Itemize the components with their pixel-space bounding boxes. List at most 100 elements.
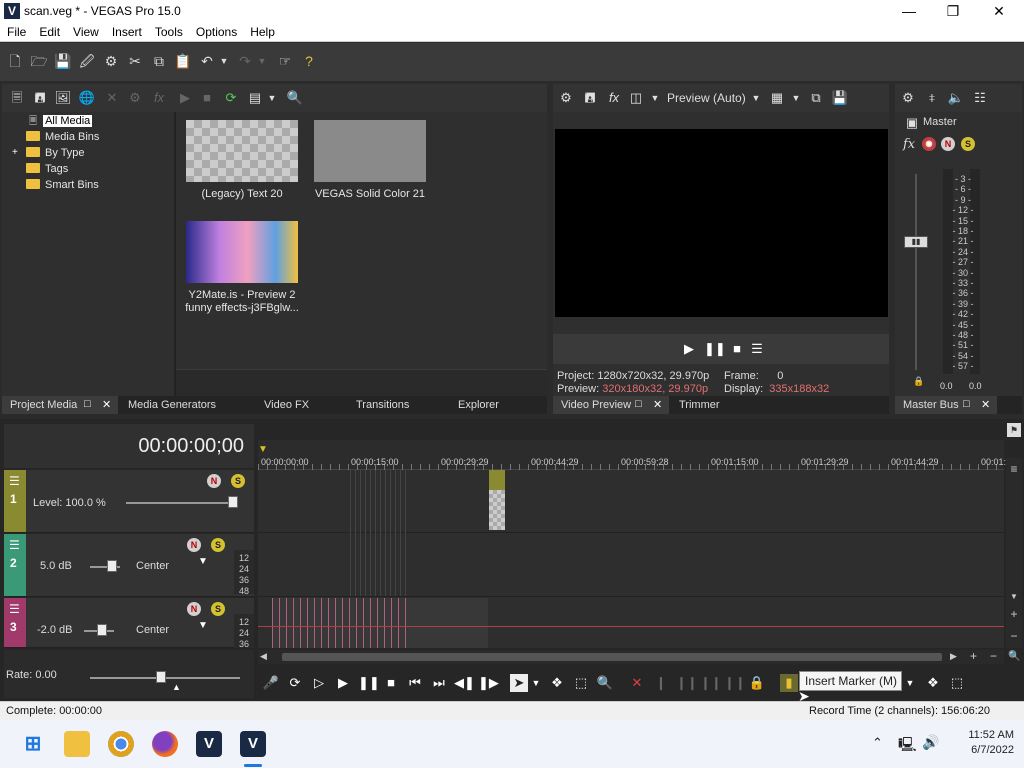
trim-start-icon[interactable]: ❙❙ bbox=[676, 674, 698, 692]
redo-dropdown-icon[interactable]: ▼ bbox=[256, 52, 268, 70]
next-frame-icon[interactable]: ❚▶ bbox=[478, 674, 499, 692]
mute-icon[interactable]: N bbox=[187, 602, 201, 616]
pause-icon[interactable]: ❚❚ bbox=[704, 340, 726, 358]
master-settings-gear-icon[interactable]: ⚙ bbox=[899, 89, 917, 107]
go-to-end-icon[interactable]: ⏭ bbox=[430, 674, 448, 692]
dim-output-icon[interactable]: 🔈 bbox=[947, 89, 965, 107]
undock-icon[interactable]: □ bbox=[963, 398, 970, 410]
clock[interactable]: 11:52 AM 6/7/2022 bbox=[944, 728, 1014, 758]
tab-video-preview[interactable]: Video Preview bbox=[553, 396, 669, 414]
save-icon[interactable]: 💾 bbox=[54, 52, 72, 70]
lock-envelopes-icon[interactable]: 🔒 bbox=[748, 674, 766, 692]
track-menu-icon[interactable]: ☰ bbox=[9, 602, 20, 616]
undock-icon[interactable]: □ bbox=[635, 398, 642, 410]
menu-insert[interactable]: Insert bbox=[105, 22, 148, 39]
remove-icon[interactable]: ✕ bbox=[103, 89, 121, 107]
quality-dropdown-icon[interactable]: ▼ bbox=[750, 89, 762, 107]
audio-waveform-clip[interactable] bbox=[350, 470, 410, 596]
insert-marker-icon[interactable]: ▮ bbox=[780, 674, 798, 692]
cursor-marker-icon[interactable]: ▼ bbox=[258, 444, 268, 455]
whats-this-icon[interactable]: ☞ bbox=[276, 52, 294, 70]
play-icon[interactable]: ▶ bbox=[334, 674, 352, 692]
close-button[interactable]: ✕ bbox=[976, 0, 1022, 22]
media-fx-icon[interactable]: fx bbox=[150, 89, 168, 107]
cut-icon[interactable]: ✂ bbox=[126, 52, 144, 70]
master-fx-icon[interactable]: fx bbox=[903, 137, 915, 152]
save-snapshot-icon[interactable]: 💾 bbox=[831, 89, 849, 107]
stop-icon[interactable]: ■ bbox=[382, 674, 400, 692]
preview-fx-icon[interactable]: fx bbox=[605, 89, 623, 107]
trim-end-icon[interactable]: ❙❙ bbox=[700, 674, 722, 692]
media-stop-icon[interactable]: ■ bbox=[198, 89, 216, 107]
split-dropdown-icon[interactable]: ▼ bbox=[649, 89, 661, 107]
snapping-icon[interactable]: ❖ bbox=[924, 674, 942, 692]
tab-project-media[interactable]: Project Media bbox=[2, 396, 118, 414]
horizontal-scrollbar[interactable]: ◀ ▶ + − bbox=[258, 649, 1004, 664]
paste-icon[interactable]: 📋 bbox=[174, 52, 192, 70]
external-monitor-icon[interactable]: 🖪 bbox=[581, 89, 599, 107]
solo-icon[interactable]: S bbox=[211, 602, 225, 616]
lock-icon[interactable]: 🔒 bbox=[913, 376, 924, 387]
menu-tools[interactable]: Tools bbox=[148, 22, 189, 39]
marker-dropdown-icon[interactable]: ▼ bbox=[904, 674, 916, 692]
zoom-in-icon[interactable]: + bbox=[970, 649, 977, 663]
record-icon[interactable]: 🎤 bbox=[262, 674, 280, 692]
open-icon[interactable]: 🗁 bbox=[30, 52, 48, 70]
pause-icon[interactable]: ❚❚ bbox=[358, 674, 380, 692]
render-icon[interactable]: 🖉 bbox=[78, 52, 96, 70]
redo-icon[interactable]: ↷ bbox=[236, 52, 254, 70]
volume-icon[interactable]: 🔊 bbox=[922, 734, 939, 751]
tree-item-all-media[interactable]: 🗏 All Media bbox=[26, 113, 93, 129]
solo-icon[interactable]: S bbox=[211, 538, 225, 552]
close-tab-icon[interactable]: ✕ bbox=[981, 398, 990, 411]
minimize-button[interactable]: — bbox=[886, 0, 932, 22]
close-tab-icon[interactable]: ✕ bbox=[102, 398, 111, 411]
web-icon[interactable]: 🌐 bbox=[78, 89, 96, 107]
help-icon[interactable]: ? bbox=[300, 52, 318, 70]
close-tab-icon[interactable]: ✕ bbox=[653, 398, 662, 411]
downmix-icon[interactable]: ⧧ bbox=[923, 89, 941, 107]
pan-marker-icon[interactable]: ▼ bbox=[198, 620, 208, 631]
marker-flag-icon[interactable]: ⚑ bbox=[1007, 423, 1021, 437]
track-header-1[interactable]: ☰ 1 N S Level: 100.0 % bbox=[4, 470, 254, 533]
zoom-edit-tool-icon[interactable]: 🔍 bbox=[596, 674, 614, 692]
envelope-tool-icon[interactable]: ❖ bbox=[548, 674, 566, 692]
level-slider-knob[interactable] bbox=[228, 496, 238, 508]
scroll-thumb[interactable] bbox=[282, 653, 942, 661]
volume-slider-knob[interactable] bbox=[107, 560, 117, 572]
edit-tool-dropdown-icon[interactable]: ▼ bbox=[530, 674, 542, 692]
capture-icon[interactable]: 🖪 bbox=[31, 89, 49, 107]
mixer-icon[interactable]: ☷ bbox=[971, 89, 989, 107]
selection-tool-icon[interactable]: ⬚ bbox=[572, 674, 590, 692]
zoom-out-track-icon[interactable]: − bbox=[1008, 630, 1020, 642]
master-mute-icon[interactable]: N bbox=[941, 137, 955, 151]
mute-icon[interactable]: N bbox=[187, 538, 201, 552]
undock-icon[interactable]: □ bbox=[84, 398, 91, 410]
media-item-solid-color[interactable]: VEGAS Solid Color 21 bbox=[314, 120, 426, 200]
menu-help[interactable]: Help bbox=[243, 22, 281, 39]
preview-settings-gear-icon[interactable]: ⚙ bbox=[557, 89, 575, 107]
vegas-taskbar-icon[interactable]: V bbox=[196, 731, 222, 757]
tree-item-tags[interactable]: Tags bbox=[26, 161, 68, 177]
windows-start-icon[interactable]: ⊞ bbox=[20, 731, 46, 757]
zoom-in-track-icon[interactable]: + bbox=[1008, 608, 1020, 620]
track-header-3[interactable]: ☰ 3 N S -2.0 dB Center ▼ 12 24 36 bbox=[4, 598, 254, 649]
scroll-menu-icon[interactable]: ≡ bbox=[1008, 462, 1020, 476]
get-media-icon[interactable]: 🖼 bbox=[54, 89, 72, 107]
stop-icon[interactable]: ■ bbox=[728, 340, 746, 358]
menu-edit[interactable]: Edit bbox=[32, 22, 66, 39]
overlays-dropdown-icon[interactable]: ▼ bbox=[790, 89, 802, 107]
views-dropdown-icon[interactable]: ▼ bbox=[266, 89, 278, 107]
previous-frame-icon[interactable]: ◀❚ bbox=[454, 674, 475, 692]
tree-item-smart-bins[interactable]: Smart Bins bbox=[26, 177, 99, 193]
track-header-2[interactable]: ☰ 2 N S 5.0 dB Center ▼ 12 24 36 48 bbox=[4, 534, 254, 597]
scroll-left-icon[interactable]: ◀ bbox=[260, 651, 267, 662]
media-item-y2mate[interactable]: Y2Mate.is - Preview 2 funny effects-j3FB… bbox=[174, 221, 310, 315]
tab-transitions[interactable]: Transitions bbox=[348, 396, 409, 414]
volume-slider-knob[interactable] bbox=[97, 624, 107, 636]
track-menu-icon[interactable]: ☰ bbox=[9, 474, 20, 488]
chrome-icon[interactable] bbox=[108, 731, 134, 757]
undo-dropdown-icon[interactable]: ▼ bbox=[218, 52, 230, 70]
text-event-clip[interactable] bbox=[489, 470, 505, 530]
split-screen-icon[interactable]: ◫ bbox=[627, 89, 645, 107]
